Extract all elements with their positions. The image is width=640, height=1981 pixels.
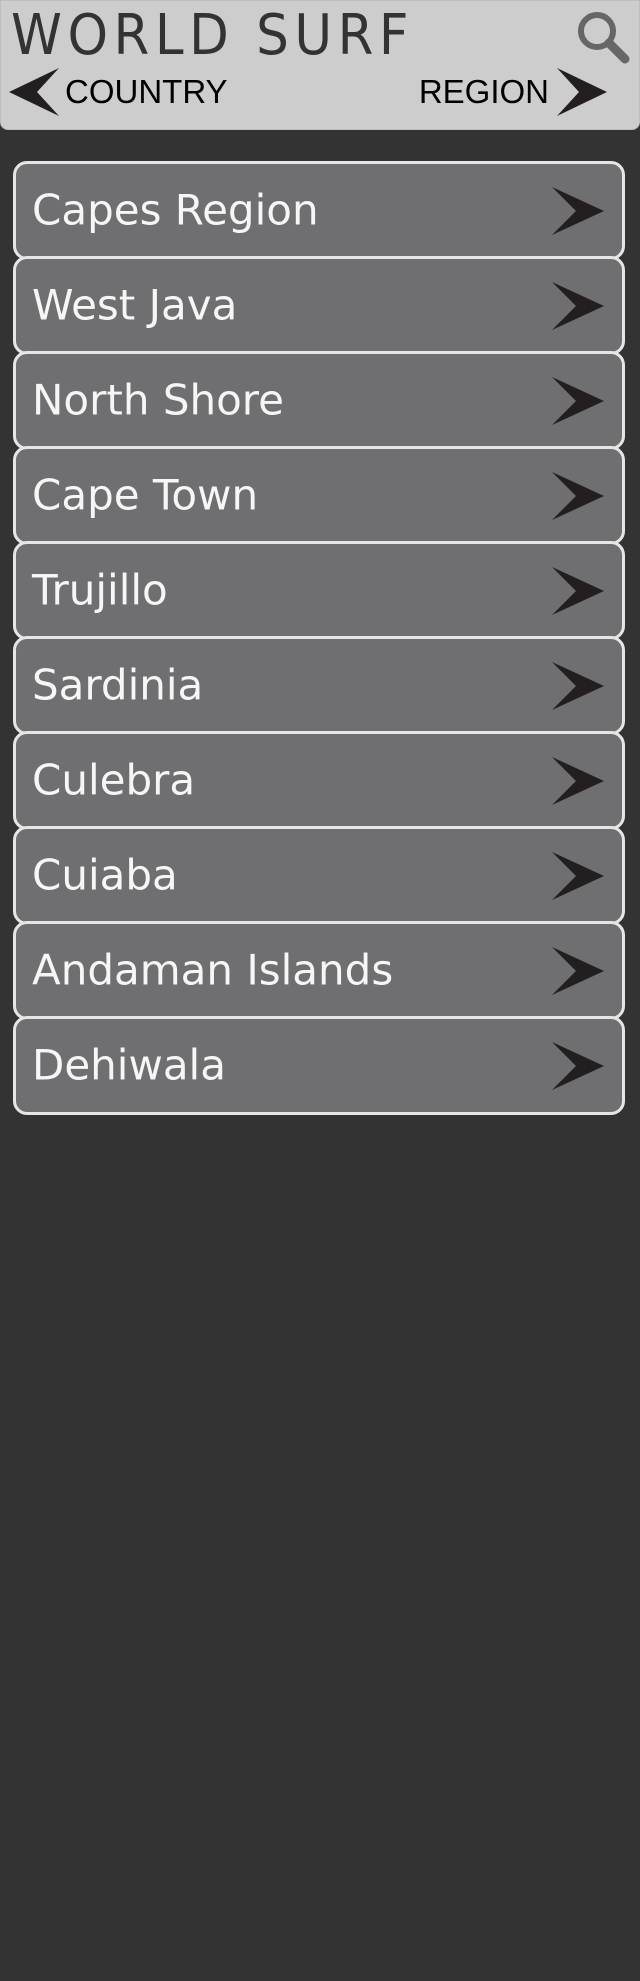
chevron-right-icon: [552, 186, 604, 235]
chevron-right-icon: [552, 661, 604, 710]
list-item[interactable]: Culebra: [13, 731, 625, 830]
region-list: Capes Region West Java North Shore Cape …: [13, 161, 625, 1115]
region-nav-button[interactable]: REGION: [419, 65, 609, 119]
list-item[interactable]: West Java: [13, 256, 625, 355]
chevron-right-icon: [552, 376, 604, 425]
list-item[interactable]: Dehiwala: [13, 1016, 625, 1115]
list-item-label: Andaman Islands: [32, 945, 394, 995]
arrow-left-icon: [9, 68, 59, 116]
region-nav-label: REGION: [418, 73, 549, 110]
list-item-label: Cuiaba: [32, 850, 178, 900]
list-item-label: North Shore: [32, 375, 284, 425]
list-item-label: Cape Town: [32, 470, 259, 520]
list-item-label: Sardinia: [32, 660, 204, 710]
list-item[interactable]: Trujillo: [13, 541, 625, 640]
country-nav-label: COUNTRY: [65, 73, 228, 110]
list-item-label: Trujillo: [32, 565, 168, 615]
list-item[interactable]: Cape Town: [13, 446, 625, 545]
list-item[interactable]: North Shore: [13, 351, 625, 450]
search-button[interactable]: [575, 9, 631, 65]
list-item-label: Dehiwala: [32, 1040, 226, 1090]
search-icon: [578, 12, 630, 64]
app-header: WORLD SURF COUNTRY REGION: [0, 0, 640, 130]
country-nav-button[interactable]: COUNTRY: [7, 65, 228, 119]
list-item[interactable]: Capes Region: [13, 161, 625, 260]
chevron-right-icon: [552, 281, 604, 330]
arrow-right-icon: [557, 68, 607, 116]
list-item[interactable]: Sardinia: [13, 636, 625, 735]
list-item[interactable]: Andaman Islands: [13, 921, 625, 1020]
app-title: WORLD SURF: [11, 3, 415, 68]
list-item[interactable]: Cuiaba: [13, 826, 625, 925]
chevron-right-icon: [552, 946, 604, 995]
chevron-right-icon: [552, 756, 604, 805]
chevron-right-icon: [552, 1041, 604, 1090]
chevron-right-icon: [552, 851, 604, 900]
chevron-right-icon: [552, 566, 604, 615]
list-item-label: West Java: [32, 280, 238, 330]
chevron-right-icon: [552, 471, 604, 520]
list-item-label: Capes Region: [32, 185, 319, 235]
list-item-label: Culebra: [32, 755, 196, 805]
